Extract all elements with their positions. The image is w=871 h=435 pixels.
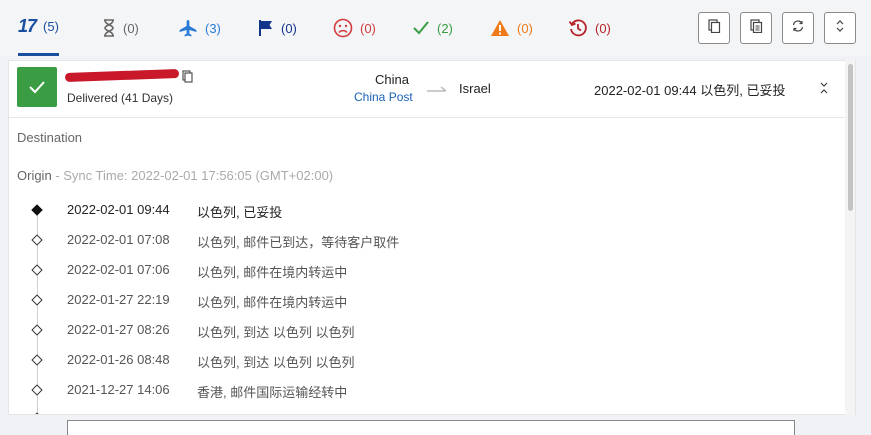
history-icon [568,18,588,38]
delivery-status-text: Delivered (41 Days) [67,91,174,105]
checkmark-icon [412,20,430,36]
refresh-icon [791,19,805,38]
event-time: 2022-02-01 09:44 [67,202,170,217]
tab-alert[interactable]: (0) [490,0,533,56]
tab-delivered-count: (2) [437,20,453,36]
route-arrow-icon [427,81,447,99]
timeline-dot [31,204,43,216]
tracking-number[interactable] [64,69,180,85]
destination-section-title: Destination [17,130,83,145]
timeline-event: 2021-12-27 14:06 香港, 邮件国际运输经转中 [9,382,849,402]
timeline-event: 2022-01-27 08:26 以色列, 到达 以色列 以色列 [9,322,849,342]
carrier-link[interactable]: China Post [354,90,413,104]
sad-face-icon [333,18,353,38]
copy-icon [707,18,721,38]
event-description: 以色列, 到达 以色列 以色列 [197,355,355,370]
timeline-dot [31,324,43,336]
origin-label: Origin [17,168,52,183]
event-time: 2022-02-01 07:06 [67,262,170,277]
event-time: 2022-01-26 08:48 [67,352,170,367]
tab-delivered[interactable]: (2) [412,0,453,56]
event-time: 2022-01-27 08:26 [67,322,170,337]
tab-pickup[interactable]: (0) [258,0,297,56]
event-description: 以色列, 到达 以色列 以色列 [197,325,355,340]
latest-event: 2022-02-01 09:44 以色列, 已妥投 [594,83,786,98]
expand-button[interactable] [824,12,856,44]
expand-icon [834,19,846,38]
tab-undelivered[interactable]: (0) [333,0,376,56]
17track-logo: 17 [18,16,37,36]
copy-tracking-icon[interactable] [182,70,193,88]
tab-pending-count: (0) [123,20,139,36]
timeline-dot [31,384,43,396]
tab-pending[interactable]: (0) [102,0,139,56]
redaction-mark [64,69,180,82]
checkmark-icon [29,81,45,94]
flag-icon [258,19,274,37]
status-filter-bar: 17 (5) (0) (3) (0) (0) (2) (0) (0) [0,0,871,56]
origin-country: China [375,72,409,87]
destination-country: Israel [459,81,491,96]
timeline-event: 2022-01-26 08:48 以色列, 到达 以色列 以色列 [9,352,849,372]
tab-expired[interactable]: (0) [568,0,611,56]
delivered-status-badge [17,67,57,107]
tab-undelivered-count: (0) [360,20,376,36]
timeline-dot [31,354,43,366]
hourglass-icon [102,19,116,37]
warning-icon [490,19,510,37]
event-description: 以色列, 邮件在境内转运中 [197,265,348,280]
timeline-dot [31,294,43,306]
airplane-icon [178,19,198,37]
collapse-icon[interactable] [819,81,829,100]
tab-all[interactable]: 17 (5) [18,0,59,56]
event-description: 以色列, 已妥投 [197,205,283,220]
copy-button[interactable] [698,12,730,44]
origin-section-title: Origin - Sync Time: 2022-02-01 17:56:05 … [17,168,333,183]
bottom-input-box[interactable] [67,420,795,435]
tab-in-transit[interactable]: (3) [178,0,221,56]
tab-in-transit-count: (3) [205,20,221,36]
shipment-header[interactable]: Delivered (41 Days) China China Post Isr… [9,61,855,118]
timeline-event: 2022-02-01 09:44 以色列, 已妥投 [9,202,849,222]
timeline-dot [31,234,43,246]
event-time: 2022-02-01 07:08 [67,232,170,247]
timeline-dot [31,412,43,414]
event-description: 以色列, 邮件在境内转运中 [197,295,348,310]
timeline-event [9,410,849,414]
timeline-dot [31,264,43,276]
event-time: 2021-12-27 14:06 [67,382,170,397]
shipment-detail-panel: Delivered (41 Days) China China Post Isr… [8,60,856,415]
timeline-event: 2022-02-01 07:06 以色列, 邮件在境内转运中 [9,262,849,282]
scrollbar-thumb[interactable] [848,64,853,211]
tab-alert-count: (0) [517,20,533,36]
copy-all-button[interactable] [740,12,772,44]
timeline-event: 2022-02-01 07:08 以色列, 邮件已到达，等待客户取件 [9,232,849,252]
tab-all-count: (5) [43,19,59,34]
sync-time: - Sync Time: 2022-02-01 17:56:05 (GMT+02… [51,168,334,183]
event-description: 香港, 邮件国际运输经转中 [197,385,348,400]
tab-pickup-count: (0) [281,20,297,36]
timeline-event: 2022-01-27 22:19 以色列, 邮件在境内转运中 [9,292,849,312]
event-time: 2022-01-27 22:19 [67,292,170,307]
copy-all-icon [749,18,763,38]
event-description: 以色列, 邮件已到达，等待客户取件 [197,235,400,250]
refresh-button[interactable] [782,12,814,44]
tab-expired-count: (0) [595,20,611,36]
